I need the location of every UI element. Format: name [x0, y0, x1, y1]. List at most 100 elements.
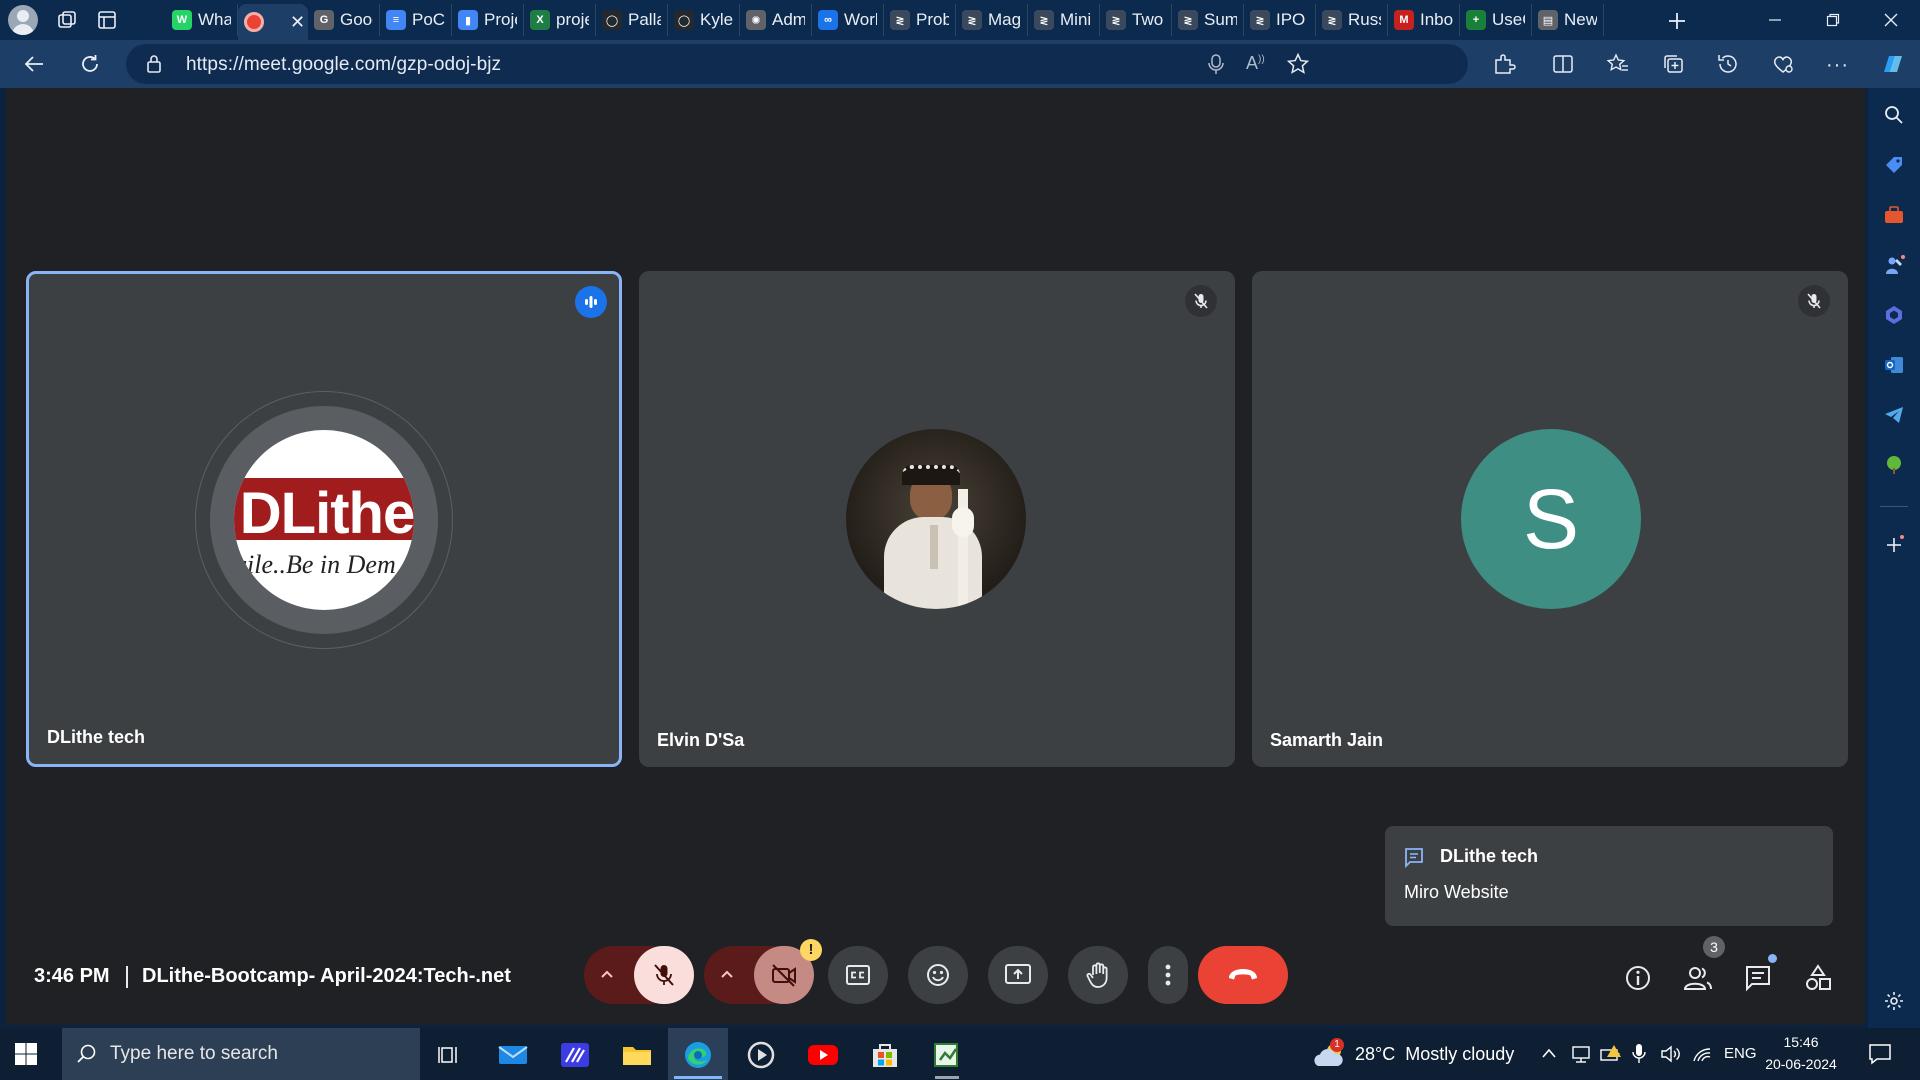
chat-button[interactable] — [1738, 958, 1778, 998]
participant-tile-dlithe[interactable]: DLithe gile..Be in Dem DLithe tech — [26, 271, 622, 767]
new-tab-button[interactable] — [1662, 6, 1692, 36]
browser-tab[interactable]: M Inbo — [1388, 4, 1460, 36]
profile-avatar[interactable] — [8, 5, 38, 35]
browser-tab[interactable]: ≷ Prob — [884, 4, 956, 36]
leave-call-button[interactable] — [1198, 946, 1288, 1004]
browser-tab-strip: W What ✕ G Goog ≡ PoC ▮ Proje Xproje ◯ Palla ◯ Kyler ✺… — [0, 0, 1920, 40]
weather-alert-badge: 1 — [1330, 1038, 1344, 1052]
browser-tab[interactable]: ≷ Two — [1100, 4, 1172, 36]
browser-tab[interactable]: ≷ IPO — [1244, 4, 1316, 36]
task-view-icon[interactable] — [425, 1036, 475, 1074]
minimize-button[interactable] — [1746, 0, 1804, 40]
copilot-icon[interactable] — [1878, 50, 1906, 78]
microsoft-store-icon[interactable] — [860, 1036, 910, 1074]
workspaces-icon[interactable] — [56, 9, 78, 31]
browser-tab[interactable]: ∞ Worl — [812, 4, 884, 36]
url-text[interactable]: https://meet.google.com/gzp-odoj-bjz — [186, 54, 501, 76]
sidebar-tools-icon[interactable] — [1881, 202, 1907, 228]
tab-favicon-icon: ▮ — [458, 10, 478, 30]
notifications-icon[interactable] — [1868, 1042, 1892, 1066]
browser-tab[interactable]: G Goog — [308, 4, 380, 36]
search-icon — [76, 1043, 98, 1065]
refresh-button[interactable] — [76, 50, 104, 78]
raise-hand-button[interactable] — [1068, 946, 1128, 1004]
network-status-icon[interactable] — [1571, 1044, 1591, 1064]
browser-tab[interactable]: W What — [166, 4, 238, 36]
screenshot-tool-icon[interactable] — [922, 1036, 972, 1074]
visual-studio-icon[interactable] — [550, 1036, 600, 1074]
weather-text[interactable]: 28°C Mostly cloudy — [1355, 1044, 1514, 1065]
vertical-tabs-icon[interactable] — [96, 9, 118, 31]
edge-active-indicator — [674, 1076, 722, 1079]
start-button[interactable] — [14, 1042, 38, 1066]
sidebar-drop-icon[interactable] — [1881, 452, 1907, 478]
browser-tab[interactable]: + UseC — [1460, 4, 1532, 36]
browser-essentials-icon[interactable] — [1771, 52, 1795, 76]
microphone-toggle-button[interactable] — [634, 946, 694, 1004]
lock-icon[interactable] — [146, 54, 162, 74]
extensions-icon[interactable] — [1492, 52, 1516, 76]
close-window-button[interactable] — [1862, 0, 1920, 40]
language-indicator[interactable]: ENG — [1724, 1045, 1757, 1062]
browser-tab[interactable]: ≡ PoC — [380, 4, 452, 36]
favorite-star-icon[interactable] — [1286, 52, 1310, 76]
show-hidden-icons-chevron-icon[interactable] — [1541, 1047, 1557, 1059]
favorites-icon[interactable] — [1606, 52, 1630, 76]
mic-off-icon — [1185, 285, 1217, 317]
taskbar-search-box[interactable]: Type here to search — [62, 1028, 420, 1080]
read-aloud-icon[interactable]: A)) — [1246, 53, 1265, 74]
chat-notification[interactable]: DLithe tech Miro Website — [1385, 826, 1833, 926]
activities-button[interactable] — [1798, 958, 1838, 998]
clock-time[interactable]: 15:46 — [1765, 1034, 1837, 1050]
sidebar-shopping-icon[interactable] — [1881, 152, 1907, 178]
sidebar-m365-icon[interactable] — [1881, 302, 1907, 328]
mail-app-icon[interactable] — [488, 1036, 538, 1074]
browser-tab[interactable]: ≷ Sum — [1172, 4, 1244, 36]
edge-browser-icon[interactable] — [673, 1036, 723, 1074]
browser-tab[interactable]: ▮ Proje — [452, 4, 524, 36]
browser-tab[interactable]: Xproje — [524, 4, 596, 36]
browser-tab[interactable]: ≷ Russ — [1316, 4, 1388, 36]
reactions-button[interactable] — [908, 946, 968, 1004]
back-button[interactable] — [20, 50, 48, 78]
sidebar-settings-icon[interactable] — [1881, 988, 1907, 1014]
tab-favicon-icon: ✺ — [746, 10, 766, 30]
sidebar-search-icon[interactable] — [1881, 102, 1907, 128]
sidebar-telegram-icon[interactable] — [1881, 402, 1907, 428]
sidebar-add-icon[interactable] — [1881, 532, 1907, 558]
more-menu-icon[interactable]: ··· — [1826, 54, 1849, 77]
restore-button[interactable] — [1804, 0, 1862, 40]
split-screen-icon[interactable] — [1551, 52, 1575, 76]
history-icon[interactable] — [1716, 52, 1740, 76]
browser-tab[interactable]: ✺ Adm — [740, 4, 812, 36]
browser-tab[interactable]: ◯ Kyler — [668, 4, 740, 36]
avatar-initial: S — [1522, 471, 1580, 566]
voice-search-icon[interactable] — [1206, 53, 1226, 75]
collections-icon[interactable] — [1661, 52, 1685, 76]
more-options-button[interactable] — [1148, 946, 1188, 1004]
battery-warning-icon[interactable] — [1600, 1044, 1622, 1064]
captions-button[interactable] — [828, 946, 888, 1004]
clock-date[interactable]: 20-06-2024 — [1765, 1056, 1837, 1072]
sidebar-outlook-icon[interactable] — [1881, 352, 1907, 378]
camera-warning-badge: ! — [800, 939, 822, 961]
browser-tab[interactable]: ≷ Mini — [1028, 4, 1100, 36]
sidebar-games-icon[interactable] — [1881, 252, 1907, 278]
tab-close-icon[interactable]: ✕ — [290, 12, 305, 33]
participant-tile-samarth[interactable]: S Samarth Jain — [1252, 271, 1848, 767]
participant-tile-elvin[interactable]: Elvin D'Sa — [639, 271, 1235, 767]
wifi-icon[interactable] — [1692, 1045, 1712, 1063]
file-explorer-icon[interactable] — [612, 1036, 662, 1074]
media-player-icon[interactable] — [736, 1036, 786, 1074]
people-button[interactable] — [1678, 958, 1718, 998]
present-screen-button[interactable] — [988, 946, 1048, 1004]
browser-tab[interactable]: ▤ New — [1532, 4, 1604, 36]
browser-tab[interactable]: ✕ — [238, 4, 308, 40]
meeting-details-button[interactable] — [1618, 958, 1658, 998]
address-bar[interactable]: https://meet.google.com/gzp-odoj-bjz A)) — [126, 44, 1468, 84]
volume-icon[interactable] — [1660, 1044, 1682, 1064]
microphone-tray-icon[interactable] — [1632, 1043, 1646, 1065]
browser-tab[interactable]: ◯ Palla — [596, 4, 668, 36]
youtube-app-icon[interactable] — [798, 1036, 848, 1074]
browser-tab[interactable]: ≷ Mag — [956, 4, 1028, 36]
